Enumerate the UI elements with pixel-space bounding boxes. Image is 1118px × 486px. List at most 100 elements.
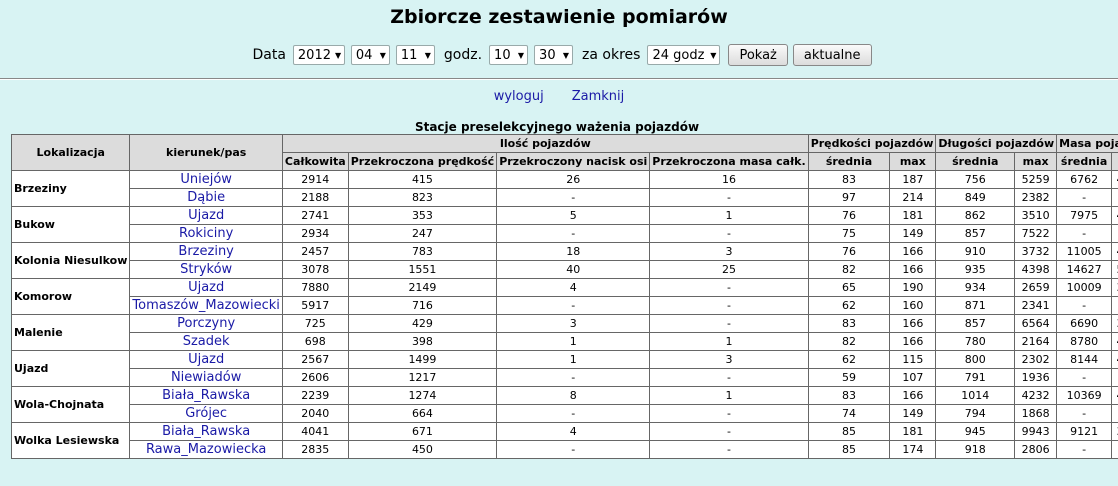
cell-przekr-masa: - — [649, 368, 809, 387]
header-dlugosc-srednia: średnia — [935, 152, 1016, 171]
cell-masa-srednia: 8780 — [1056, 332, 1113, 351]
header-masa: Masa pojazdów — [1056, 134, 1118, 153]
cell-calkowita: 698 — [281, 332, 349, 351]
direction-link[interactable]: Tomaszów_Mazowiecki — [129, 296, 283, 315]
minute-select[interactable]: 30 ▼ — [534, 45, 574, 65]
cell-przekr-predkosc: 247 — [347, 224, 498, 243]
header-przekr-masa: Przekroczona masa całk. — [649, 152, 809, 171]
direction-link[interactable]: Rokiciny — [129, 224, 283, 243]
direction-link[interactable]: Rawa_Mazowiecka — [129, 440, 283, 459]
direction-link[interactable]: Biała_Rawska — [129, 422, 283, 441]
direction-link[interactable]: Dąbie — [129, 188, 283, 207]
station-name: Wolka Lesiewska — [10, 422, 131, 459]
cell-przekr-predkosc: 664 — [347, 404, 498, 423]
direction-link[interactable]: Szadek — [129, 332, 283, 351]
cell-predkosc-max: 174 — [889, 440, 937, 459]
cell-masa-max: 45780 — [1111, 350, 1118, 369]
table-row: Wola-Chojnata Biała_Rawska 2239 1274 8 1 83 166… — [10, 386, 1118, 423]
cell-masa-max: 36770 — [1111, 314, 1118, 333]
direction-link[interactable]: Biała_Rawska — [129, 386, 283, 405]
table-row: Stryków307815514025821669354398146275189… — [12, 260, 1118, 279]
header-dlugosc-max: max — [1014, 152, 1058, 171]
cell-predkosc-max: 190 — [889, 278, 937, 297]
month-select[interactable]: 04 ▼ — [350, 45, 390, 65]
cell-przekr-nacisk: - — [496, 224, 651, 243]
direction-link[interactable]: Brzeziny — [129, 242, 283, 261]
day-select[interactable]: 11 ▼ — [395, 45, 435, 65]
cell-przekr-masa: - — [649, 188, 809, 207]
cell-dlugosc-srednia: 935 — [935, 260, 1016, 279]
cell-predkosc-max: 115 — [889, 350, 937, 369]
cell-przekr-masa: - — [649, 314, 809, 333]
cell-masa-max: 38230 — [1111, 422, 1118, 441]
cell-masa-srednia: - — [1056, 368, 1113, 387]
cell-dlugosc-max: 4398 — [1014, 260, 1058, 279]
station-name: Komorow — [10, 278, 131, 315]
cell-calkowita: 4041 — [281, 422, 349, 441]
cell-calkowita: 2741 — [281, 206, 349, 225]
cell-masa-max: 47020 — [1111, 170, 1118, 189]
direction-link[interactable]: Niewiadów — [129, 368, 283, 387]
minute-value: 30 — [539, 47, 556, 63]
cell-przekr-nacisk: 26 — [496, 170, 651, 189]
year-select[interactable]: 2012 ▼ — [292, 45, 345, 65]
cell-dlugosc-max: 2806 — [1014, 440, 1058, 459]
cell-calkowita: 2040 — [281, 404, 349, 423]
cell-predkosc-max: 166 — [889, 260, 937, 279]
table-row: Dąbie2188823--972148492382-- — [12, 188, 1118, 207]
direction-link[interactable]: Grójec — [129, 404, 283, 423]
period-select[interactable]: 24 godz ▼ — [647, 45, 721, 65]
direction-link[interactable]: Ujazd — [129, 206, 283, 225]
header-predkosc-srednia: średnia — [807, 152, 891, 171]
direction-link[interactable]: Stryków — [129, 260, 283, 279]
cell-przekr-predkosc: 450 — [347, 440, 498, 459]
chevron-down-icon: ▼ — [710, 50, 717, 60]
logout-link[interactable]: wyloguj — [494, 89, 544, 104]
cell-przekr-predkosc: 429 — [347, 314, 498, 333]
cell-dlugosc-max: 1868 — [1014, 404, 1058, 423]
cell-masa-max: 39260 — [1111, 278, 1118, 297]
filter-controls: Data 2012 ▼ 04 ▼ 11 ▼ godz. 10 ▼ 30 ▼ za… — [0, 44, 1118, 66]
show-button[interactable]: Pokaż — [728, 44, 788, 66]
period-value: 24 godz — [652, 47, 705, 63]
station-name: Ujazd — [10, 350, 131, 387]
direction-link[interactable]: Uniejów — [129, 170, 283, 189]
cell-masa-srednia: 6690 — [1056, 314, 1113, 333]
cell-przekr-masa: - — [649, 278, 809, 297]
cell-masa-srednia: 10369 — [1056, 386, 1113, 405]
cell-predkosc-srednia: 62 — [807, 350, 891, 369]
direction-link[interactable]: Ujazd — [129, 278, 283, 297]
cell-predkosc-max: 187 — [889, 170, 937, 189]
direction-link[interactable]: Ujazd — [129, 350, 283, 369]
cell-przekr-masa: 1 — [649, 386, 809, 405]
cell-przekr-nacisk: 18 — [496, 242, 651, 261]
cell-przekr-nacisk: 1 — [496, 350, 651, 369]
cell-przekr-masa: 1 — [649, 206, 809, 225]
current-button[interactable]: aktualne — [792, 44, 872, 66]
cell-masa-srednia: 6762 — [1056, 170, 1113, 189]
header-masa-max: max — [1111, 152, 1118, 171]
divider — [0, 78, 1118, 80]
cell-dlugosc-srednia: 756 — [935, 170, 1016, 189]
header-predkosc-max: max — [889, 152, 937, 171]
cell-masa-srednia: 11005 — [1056, 242, 1113, 261]
close-link[interactable]: Zamknij — [572, 89, 625, 104]
cell-calkowita: 7880 — [281, 278, 349, 297]
cell-przekr-predkosc: 415 — [347, 170, 498, 189]
cell-przekr-predkosc: 398 — [347, 332, 498, 351]
cell-dlugosc-srednia: 849 — [935, 188, 1016, 207]
cell-calkowita: 2835 — [281, 440, 349, 459]
cell-przekr-predkosc: 1274 — [347, 386, 498, 405]
table-row: Wolka Lesiewska Biała_Rawska 4041 671 4-85 18… — [10, 422, 1118, 459]
header-lokalizacja: Lokalizacja — [10, 134, 131, 171]
direction-link[interactable]: Porczyny — [129, 314, 283, 333]
cell-masa-max: 40670 — [1111, 206, 1118, 225]
cell-dlugosc-max: 3732 — [1014, 242, 1058, 261]
cell-przekr-masa: 25 — [649, 260, 809, 279]
cell-calkowita: 2457 — [281, 242, 349, 261]
hour-select[interactable]: 10 ▼ — [489, 45, 529, 65]
cell-predkosc-srednia: 59 — [807, 368, 891, 387]
table-caption: Stacje preselekcyjnego ważenia pojazdów — [414, 120, 700, 134]
cell-predkosc-srednia: 75 — [807, 224, 891, 243]
cell-calkowita: 725 — [281, 314, 349, 333]
